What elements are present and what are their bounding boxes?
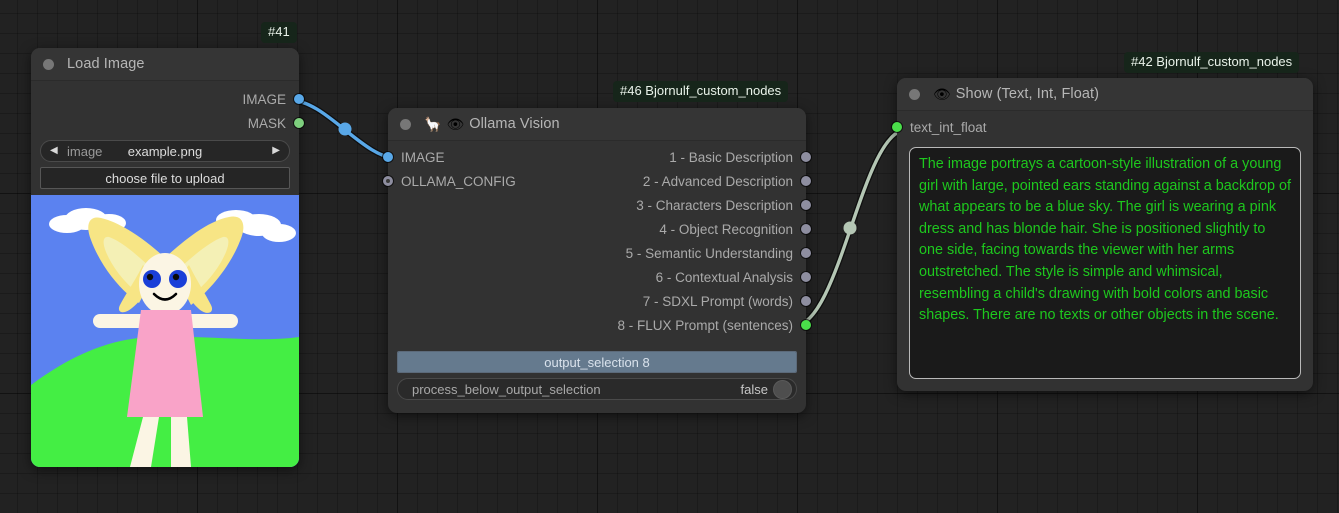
output-slot-image[interactable]: IMAGE xyxy=(31,87,299,111)
collapse-toggle-icon[interactable] xyxy=(43,59,54,70)
output-slot-mask[interactable]: MASK xyxy=(31,111,299,135)
output-slot-8[interactable]: 8 - FLUX Prompt (sentences) xyxy=(388,313,806,337)
link-image-midpoint xyxy=(339,123,352,136)
output-slot-4[interactable]: 4 - Object Recognition xyxy=(388,217,806,241)
node-body-show-text: text_int_float The image portrays a cart… xyxy=(897,111,1313,379)
combo-next-arrow-icon[interactable]: ▶ xyxy=(272,146,280,156)
image-combo-widget[interactable]: ◀ image example.png ▶ xyxy=(40,140,290,162)
node-load-image[interactable]: Load Image IMAGE MASK ◀ image example.pn… xyxy=(31,48,299,467)
eye-icon: 👁 xyxy=(446,116,464,133)
output-slot-5[interactable]: 5 - Semantic Understanding xyxy=(388,241,806,265)
output-slot-3[interactable]: 3 - Characters Description xyxy=(388,193,806,217)
output-port-6-icon[interactable] xyxy=(801,272,811,282)
output-slot-list: 1 - Basic Description 2 - Advanced Descr… xyxy=(388,145,806,337)
output-port-2-icon[interactable] xyxy=(801,176,811,186)
output-selection-slider[interactable]: output_selection 8 xyxy=(397,351,797,373)
node-show-text[interactable]: 👁 Show (Text, Int, Float) text_int_float… xyxy=(897,78,1313,391)
image-preview-drawing xyxy=(31,195,299,467)
image-preview[interactable] xyxy=(31,195,299,467)
output-slot-4-label: 4 - Object Recognition xyxy=(659,222,793,237)
input-slot-text-int-float-label: text_int_float xyxy=(910,120,987,135)
process-below-state: false xyxy=(741,380,792,399)
output-slot-2-label: 2 - Advanced Description xyxy=(643,174,793,189)
output-slot-7[interactable]: 7 - SDXL Prompt (words) xyxy=(388,289,806,313)
output-port-3-icon[interactable] xyxy=(801,200,811,210)
output-slot-8-label: 8 - FLUX Prompt (sentences) xyxy=(617,318,793,333)
node-title-show-text: Show (Text, Int, Float) xyxy=(956,86,1099,102)
image-combo-label: image xyxy=(67,144,102,159)
output-selection-value: output_selection 8 xyxy=(544,355,650,370)
output-slot-6-label: 6 - Contextual Analysis xyxy=(656,270,793,285)
node-body-ollama-vision: IMAGE OLLAMA_CONFIG 1 - Basic Descriptio… xyxy=(388,141,806,413)
comfyui-graph-canvas[interactable]: #41 Load Image IMAGE MASK ◀ image exampl… xyxy=(0,0,1339,513)
toggle-knob-icon[interactable] xyxy=(773,380,792,399)
output-slot-7-label: 7 - SDXL Prompt (words) xyxy=(643,294,793,309)
choose-file-upload-button[interactable]: choose file to upload xyxy=(40,167,290,189)
output-slot-mask-label: MASK xyxy=(248,116,286,131)
collapse-toggle-icon[interactable] xyxy=(909,89,920,100)
output-port-mask-icon[interactable] xyxy=(294,118,304,128)
output-port-5-icon[interactable] xyxy=(801,248,811,258)
node-badge-ollama-vision: #46 Bjornulf_custom_nodes xyxy=(613,81,788,102)
link-flux-text-midpoint xyxy=(844,222,857,235)
output-slot-image-label: IMAGE xyxy=(242,92,286,107)
output-port-4-icon[interactable] xyxy=(801,224,811,234)
node-badge-show-text: #42 Bjornulf_custom_nodes xyxy=(1124,52,1299,73)
output-slot-1-label: 1 - Basic Description xyxy=(669,150,793,165)
process-below-label: process_below_output_selection xyxy=(412,382,601,397)
process-below-value: false xyxy=(741,382,768,397)
output-slot-6[interactable]: 6 - Contextual Analysis xyxy=(388,265,806,289)
output-slot-3-label: 3 - Characters Description xyxy=(636,198,793,213)
node-title-ollama-vision: Ollama Vision xyxy=(469,116,560,132)
llama-icon: 🦙 xyxy=(424,116,441,133)
node-titlebar-ollama-vision[interactable]: 🦙 👁 Ollama Vision xyxy=(388,108,806,141)
eye-icon: 👁 xyxy=(933,86,951,103)
output-port-8-icon[interactable] xyxy=(801,320,811,330)
output-slot-5-label: 5 - Semantic Understanding xyxy=(626,246,793,261)
output-slot-2[interactable]: 2 - Advanced Description xyxy=(388,169,806,193)
output-port-7-icon[interactable] xyxy=(801,296,811,306)
node-title-load-image: Load Image xyxy=(67,56,145,72)
node-body-load-image: IMAGE MASK ◀ image example.png ▶ choose … xyxy=(31,81,299,467)
input-slot-text-int-float[interactable]: text_int_float xyxy=(897,115,1313,139)
combo-prev-arrow-icon[interactable]: ◀ xyxy=(50,146,58,156)
input-port-text-int-float-icon[interactable] xyxy=(892,122,902,132)
node-titlebar-load-image[interactable]: Load Image xyxy=(31,48,299,81)
image-combo-value: example.png xyxy=(128,144,202,159)
process-below-toggle[interactable]: process_below_output_selection false xyxy=(397,378,797,400)
show-text-output[interactable]: The image portrays a cartoon-style illus… xyxy=(909,147,1301,379)
output-slot-1[interactable]: 1 - Basic Description xyxy=(388,145,806,169)
node-ollama-vision[interactable]: 🦙 👁 Ollama Vision IMAGE OLLAMA_CONFIG xyxy=(388,108,806,413)
node-titlebar-show-text[interactable]: 👁 Show (Text, Int, Float) xyxy=(897,78,1313,111)
node-badge-load-image: #41 xyxy=(261,22,297,43)
collapse-toggle-icon[interactable] xyxy=(400,119,411,130)
output-port-1-icon[interactable] xyxy=(801,152,811,162)
link-image xyxy=(289,100,400,159)
output-port-image-icon[interactable] xyxy=(294,94,304,104)
